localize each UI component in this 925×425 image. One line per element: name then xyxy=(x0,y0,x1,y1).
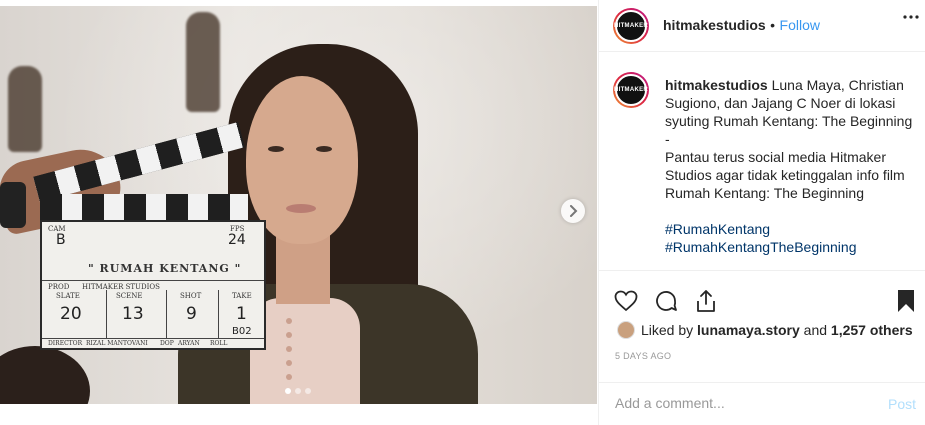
slate-scene-value: 13 xyxy=(122,304,144,324)
hashtag-link[interactable]: #RumahKentangTheBeginning xyxy=(665,238,915,256)
slate-roll-label: ROLL xyxy=(210,340,228,347)
slate-fps-value: 24 xyxy=(228,232,246,248)
caption-separator: - xyxy=(665,131,670,147)
liker-avatar[interactable] xyxy=(617,321,635,339)
photo-subject-lips xyxy=(286,204,316,213)
slate-divider xyxy=(106,290,107,338)
like-button[interactable] xyxy=(613,288,639,314)
slate-slate-value: 20 xyxy=(60,304,82,324)
slate-take-value: 1 xyxy=(236,304,247,324)
heart-icon xyxy=(614,290,638,312)
photo-subject-eye xyxy=(268,146,284,152)
photo-blouse-button xyxy=(286,360,292,366)
slate-title: " RUMAH KENTANG " xyxy=(88,262,242,275)
slate-shot-value: 9 xyxy=(186,304,197,324)
bookmark-icon xyxy=(898,290,914,312)
instagram-post: CAM B FPS 24 " RUMAH KENTANG " PROD HITM… xyxy=(0,0,925,425)
post-header: HITMAKER hitmakestudios • Follow xyxy=(599,0,925,52)
post-timestamp[interactable]: 5 DAYS AGO xyxy=(615,351,671,361)
carousel-dot xyxy=(295,388,301,394)
comment-input[interactable] xyxy=(615,395,855,411)
carousel-indicator xyxy=(285,388,311,394)
photo-subject-eye xyxy=(316,146,332,152)
photo-blouse-button xyxy=(286,332,292,338)
caption-username[interactable]: hitmakestudios xyxy=(665,77,768,93)
slate-divider xyxy=(42,280,264,281)
save-button[interactable] xyxy=(893,288,919,314)
slate-director-label: DIRECTOR xyxy=(48,340,83,347)
caption-scroll-area[interactable]: HITMAKER hitmakestudios Luna Maya, Chris… xyxy=(599,52,925,270)
post-caption: hitmakestudios Luna Maya, Christian Sugi… xyxy=(665,76,915,256)
carousel-dot xyxy=(285,388,291,394)
hashtag-link[interactable]: #RumahKentang xyxy=(665,220,915,238)
clapperboard-slate: CAM B FPS 24 " RUMAH KENTANG " PROD HITM… xyxy=(40,220,266,350)
photo-wristwatch xyxy=(0,182,26,228)
more-dots-icon[interactable] xyxy=(902,8,920,26)
slate-cam-value: B xyxy=(56,232,66,248)
slate-take-label: TAKE xyxy=(232,292,252,300)
slate-scene-label: SCENE xyxy=(116,292,143,300)
slate-prod-label: PROD xyxy=(48,283,70,291)
likes-summary: Liked by lunamaya.story and 1,257 others xyxy=(617,321,913,339)
add-comment-section: Post xyxy=(599,382,925,425)
slate-slate-label: SLATE xyxy=(56,292,80,300)
likes-count-link[interactable]: 1,257 others xyxy=(831,322,913,338)
post-photo[interactable]: CAM B FPS 24 " RUMAH KENTANG " PROD HITM… xyxy=(0,6,597,404)
photo-blouse-button xyxy=(286,318,292,324)
caption-text-2: Pantau terus social media Hitmaker Studi… xyxy=(665,149,905,201)
next-photo-button[interactable] xyxy=(561,199,585,223)
header-separator: • xyxy=(770,17,776,33)
likes-prefix: Liked by xyxy=(641,322,694,338)
header-username[interactable]: hitmakestudios xyxy=(663,17,766,33)
slate-director-value: RIZAL MANTOVANI xyxy=(86,340,148,347)
share-upload-icon xyxy=(697,290,715,312)
post-details-panel: HITMAKER hitmakestudios • Follow HITMAKE… xyxy=(598,0,925,425)
author-avatar[interactable]: HITMAKER xyxy=(613,8,649,44)
slate-divider xyxy=(42,338,264,339)
slate-divider xyxy=(166,290,167,338)
header-author-row: hitmakestudios • Follow xyxy=(663,17,820,35)
avatar-logo: HITMAKER xyxy=(614,74,648,106)
liker-username[interactable]: lunamaya.story xyxy=(697,322,800,338)
photo-wall-sconce xyxy=(8,66,42,152)
slate-divider xyxy=(218,290,219,338)
slate-prod-value: HITMAKER STUDIOS xyxy=(82,283,160,291)
slate-dop-value: ARYAN xyxy=(178,340,200,347)
slate-shot-label: SHOT xyxy=(180,292,202,300)
avatar-logo: HITMAKER xyxy=(614,10,648,42)
photo-wall-sconce xyxy=(186,12,220,112)
chevron-right-icon xyxy=(570,205,578,217)
clapperboard-bar xyxy=(40,194,248,220)
post-comment-button[interactable]: Post xyxy=(888,396,916,412)
caption-author-avatar[interactable]: HITMAKER xyxy=(613,72,649,108)
photo-subject-neck xyxy=(276,234,330,304)
slate-roll-value: B02 xyxy=(232,326,252,337)
comment-bubble-icon xyxy=(656,291,677,311)
comment-button[interactable] xyxy=(653,288,679,314)
photo-subject-face xyxy=(246,76,358,244)
slate-dop-label: DOP xyxy=(160,340,174,347)
share-button[interactable] xyxy=(693,288,719,314)
carousel-dot xyxy=(305,388,311,394)
photo-blouse-button xyxy=(286,374,292,380)
follow-button[interactable]: Follow xyxy=(780,17,820,33)
photo-blouse-button xyxy=(286,346,292,352)
likes-middle: and xyxy=(803,322,828,338)
